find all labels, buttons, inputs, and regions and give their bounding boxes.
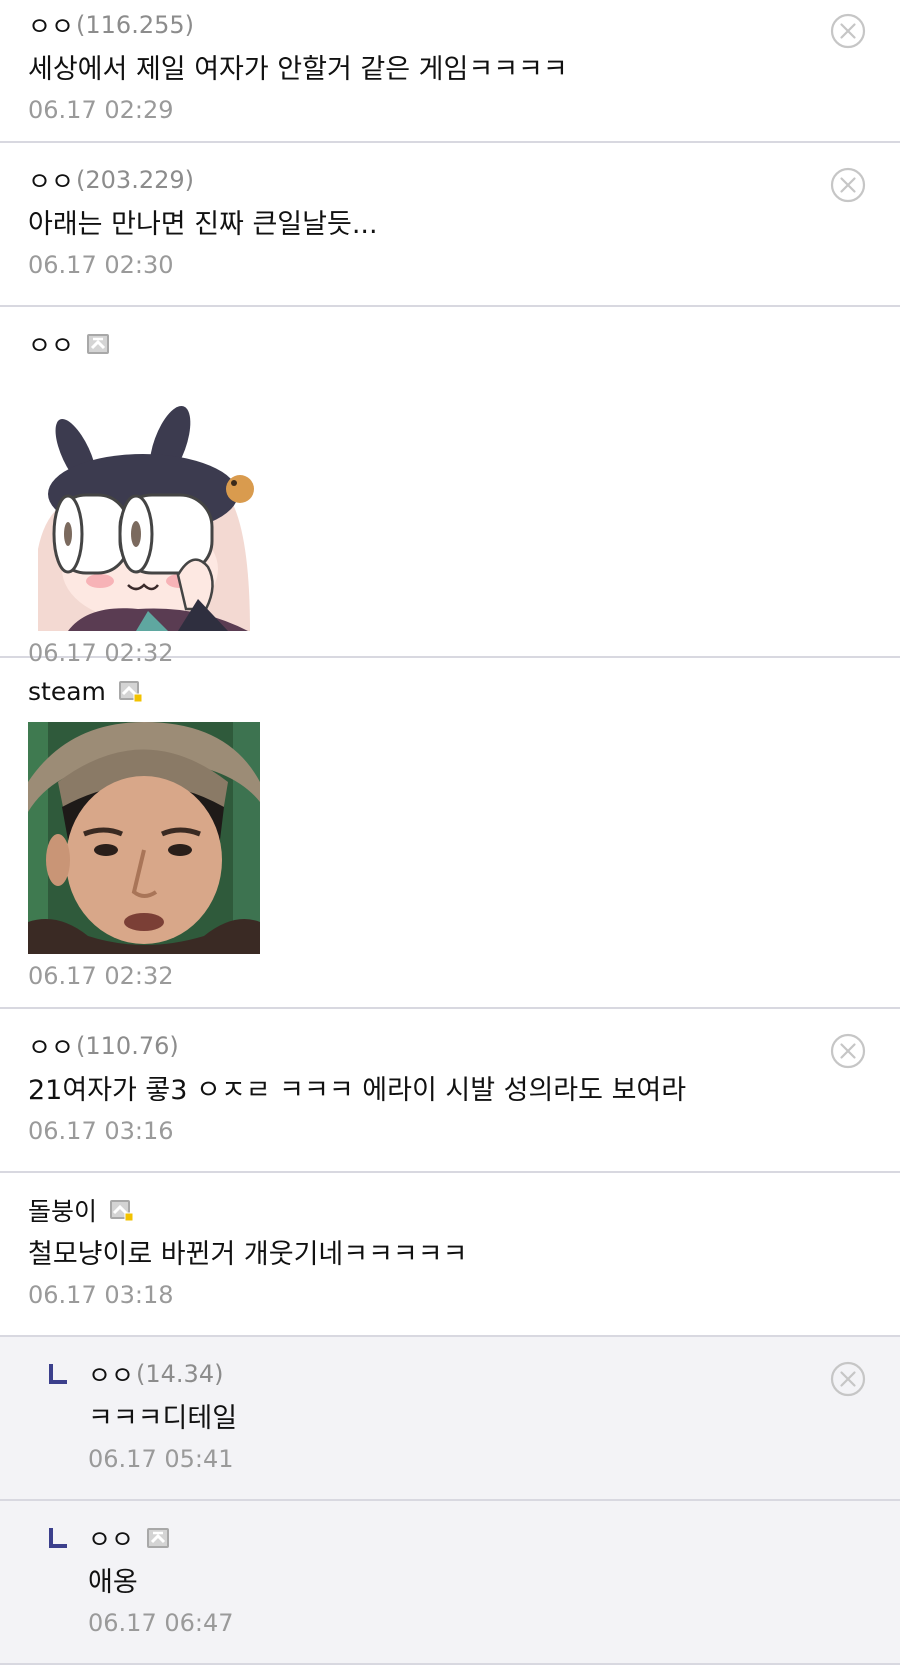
author-ip: (116.255) bbox=[76, 11, 194, 39]
comment-item: steam 06.17 02:32 bbox=[0, 658, 900, 1009]
close-circle-icon bbox=[830, 13, 866, 49]
close-circle-icon bbox=[830, 1361, 866, 1397]
comment-author: ㅇㅇ bbox=[28, 327, 872, 361]
reply-arrow-icon bbox=[48, 1363, 68, 1385]
author-name[interactable]: ㅇㅇ bbox=[88, 1520, 134, 1556]
delete-comment-button[interactable] bbox=[830, 1033, 866, 1069]
comment-author: 돌붕이 bbox=[28, 1193, 872, 1227]
fixed-nickname-icon bbox=[146, 1527, 170, 1549]
comment-item: ㅇㅇ (110.76) 21여자가 콯3 ㅇㅈㄹ ㅋㅋㅋ 에라이 시발 성의라도… bbox=[0, 1009, 900, 1173]
dccon-image[interactable] bbox=[28, 722, 260, 954]
comment-author: ㅇㅇ (203.229) bbox=[28, 163, 872, 197]
sub-nickname-icon bbox=[109, 1199, 134, 1221]
comment-text: 세상에서 제일 여자가 안할거 같은 게임ㅋㅋㅋㅋ bbox=[28, 54, 568, 85]
comment-text: 21여자가 콯3 ㅇㅈㄹ ㅋㅋㅋ 에라이 시발 성의라도 보여라 bbox=[28, 1075, 687, 1106]
comment-text: 철모냥이로 바뀐거 개웃기네ㅋㅋㅋㅋㅋ bbox=[28, 1239, 468, 1270]
author-name[interactable]: ㅇㅇ bbox=[88, 1356, 134, 1392]
author-name[interactable]: ㅇㅇ bbox=[28, 326, 74, 362]
author-ip: (203.229) bbox=[76, 166, 194, 194]
comment-item: 돌붕이 철모냥이로 바뀐거 개웃기네ㅋㅋㅋㅋㅋ 06.17 03:18 bbox=[0, 1173, 900, 1337]
dccon-image[interactable] bbox=[28, 399, 260, 631]
comment-text: 아래는 만나면 진짜 큰일날듯... bbox=[28, 209, 378, 240]
delete-comment-button[interactable] bbox=[830, 1361, 866, 1397]
reply-item: ㅇㅇ 애옹 06.17 06:47 bbox=[0, 1501, 900, 1665]
comment-time: 06.17 05:41 bbox=[88, 1445, 234, 1473]
comment-time: 06.17 02:32 bbox=[28, 962, 174, 990]
author-name[interactable]: ㅇㅇ bbox=[28, 162, 74, 198]
comment-item: ㅇㅇ (203.229) 아래는 만나면 진짜 큰일날듯... 06.17 02… bbox=[0, 143, 900, 307]
comment-text: 애옹 bbox=[88, 1567, 138, 1598]
comment-item: ㅇㅇ (116.255) 세상에서 제일 여자가 안할거 같은 게임ㅋㅋㅋㅋ 0… bbox=[0, 0, 900, 143]
comment-list: ㅇㅇ (116.255) 세상에서 제일 여자가 안할거 같은 게임ㅋㅋㅋㅋ 0… bbox=[0, 0, 900, 1665]
delete-comment-button[interactable] bbox=[830, 167, 866, 203]
author-name[interactable]: ㅇㅇ bbox=[28, 7, 74, 43]
comment-author: ㅇㅇ (14.34) bbox=[88, 1357, 872, 1391]
close-circle-icon bbox=[830, 167, 866, 203]
man-hat-face-photo bbox=[28, 722, 260, 954]
comment-author: ㅇㅇ (110.76) bbox=[28, 1029, 872, 1063]
reply-arrow-icon bbox=[48, 1527, 68, 1549]
reply-item: ㅇㅇ (14.34) ㅋㅋㅋ디테일 06.17 05:41 bbox=[0, 1337, 900, 1501]
comment-text: ㅋㅋㅋ디테일 bbox=[88, 1403, 238, 1434]
comment-time: 06.17 06:47 bbox=[88, 1609, 234, 1637]
author-ip: (110.76) bbox=[76, 1032, 179, 1060]
comment-item: ㅇㅇ 06.17 02:32 bbox=[0, 307, 900, 667]
author-name[interactable]: 돌붕이 bbox=[28, 1192, 97, 1228]
comment-time: 06.17 03:16 bbox=[28, 1117, 174, 1145]
comment-time: 06.17 03:18 bbox=[28, 1281, 174, 1309]
delete-comment-button[interactable] bbox=[830, 13, 866, 49]
comment-author: ㅇㅇ bbox=[88, 1521, 872, 1555]
author-name[interactable]: ㅇㅇ bbox=[28, 1028, 74, 1064]
fixed-nickname-icon bbox=[86, 333, 110, 355]
comment-author: ㅇㅇ (116.255) bbox=[28, 8, 872, 42]
close-circle-icon bbox=[830, 1033, 866, 1069]
sub-nickname-icon bbox=[118, 680, 142, 702]
comment-author: steam bbox=[28, 674, 872, 708]
author-ip: (14.34) bbox=[136, 1360, 224, 1388]
bunny-binoculars-sticker bbox=[28, 399, 260, 631]
comment-time: 06.17 02:29 bbox=[28, 96, 174, 124]
author-name[interactable]: steam bbox=[28, 677, 106, 706]
comment-time: 06.17 02:30 bbox=[28, 251, 174, 279]
